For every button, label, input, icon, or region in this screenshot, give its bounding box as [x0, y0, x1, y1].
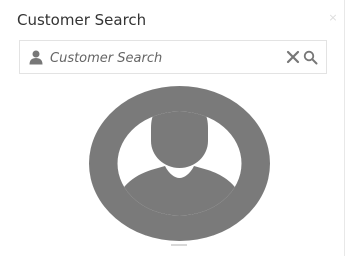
customer-search-panel: Customer Search × — [0, 0, 345, 256]
customer-search-field — [19, 40, 327, 74]
avatar-placeholder-icon — [89, 86, 270, 241]
panel-header: Customer Search × — [0, 0, 345, 38]
user-icon — [29, 50, 43, 65]
panel-title: Customer Search — [17, 11, 147, 29]
search-icon[interactable] — [303, 50, 318, 65]
clear-icon[interactable] — [286, 50, 300, 64]
customer-search-input[interactable] — [50, 47, 270, 69]
close-icon[interactable]: × — [328, 12, 338, 23]
scroll-indicator — [171, 244, 187, 246]
